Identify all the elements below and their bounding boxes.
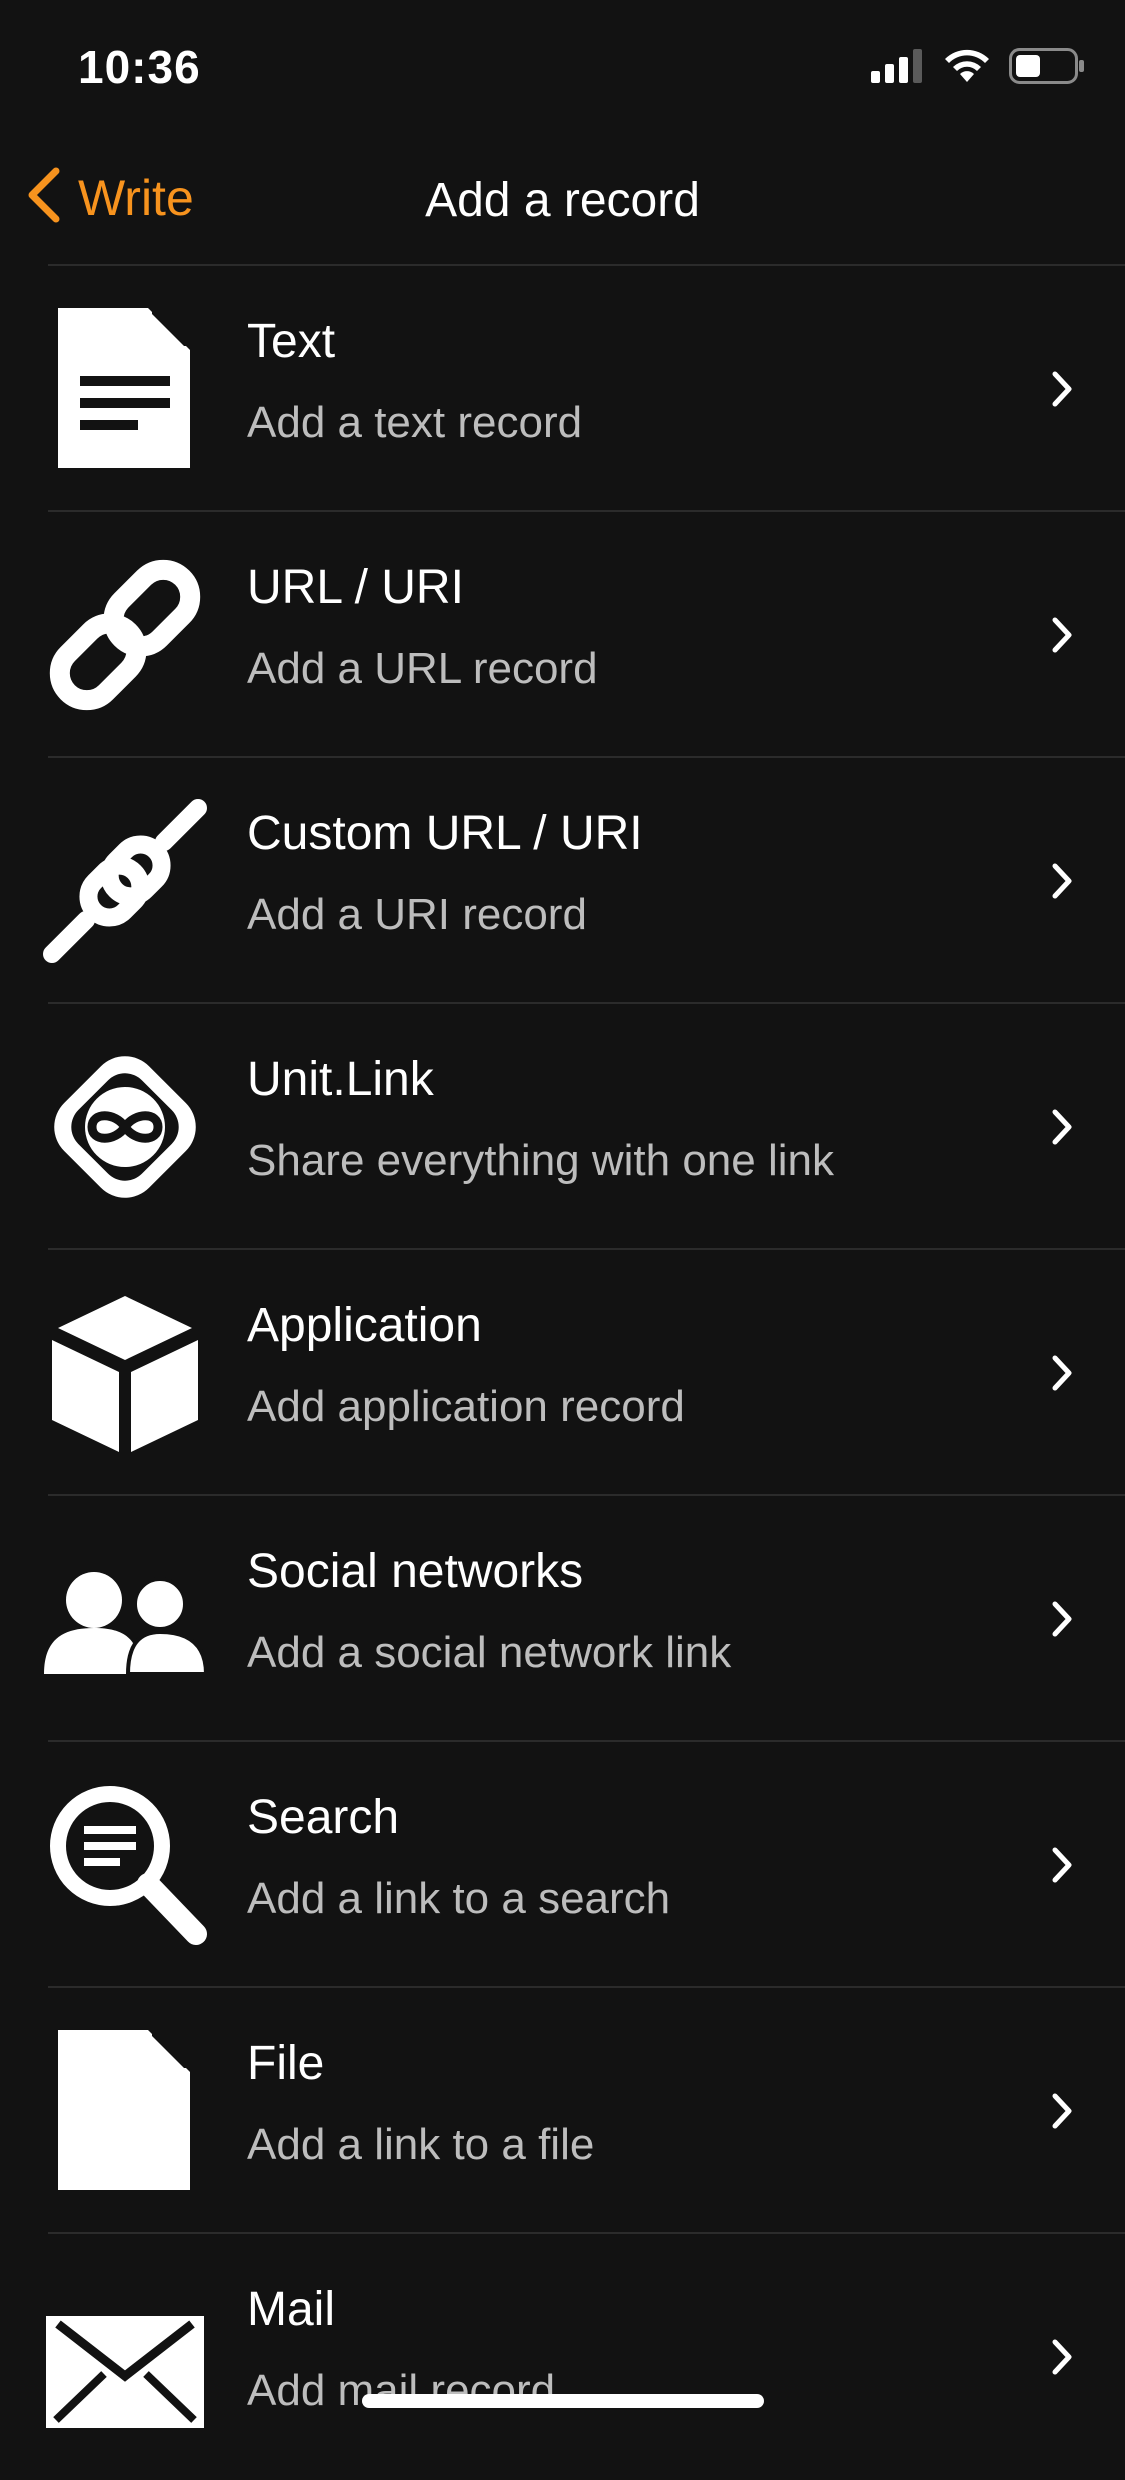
list-item-mail[interactable]: Mail Add mail record xyxy=(0,2234,1125,2480)
list-item-title: File xyxy=(247,2037,325,2090)
list-item-title: Text xyxy=(247,315,336,368)
home-indicator[interactable] xyxy=(362,2394,764,2408)
page-title: Add a record xyxy=(425,174,700,227)
list-item-subtitle: Add a link to a file xyxy=(247,2120,595,2169)
list-item-subtitle: Add a social network link xyxy=(247,1628,732,1677)
list-item-application[interactable]: Application Add application record xyxy=(0,1250,1125,1496)
cube-icon xyxy=(40,1288,210,1458)
list-item-custom-url[interactable]: Custom URL / URI Add a URI record xyxy=(0,758,1125,1004)
navigation-bar: Write Add a record xyxy=(0,135,1125,265)
list-item-title: Social networks xyxy=(247,1545,584,1598)
search-icon xyxy=(40,1780,210,1950)
people-icon xyxy=(40,1534,210,1704)
chevron-right-icon xyxy=(1052,617,1072,653)
list-item-title: Search xyxy=(247,1791,400,1844)
unit-link-icon xyxy=(40,1042,210,1212)
chevron-right-icon xyxy=(1052,1109,1072,1145)
list-item-subtitle: Add a link to a search xyxy=(247,1874,671,1923)
list-item-search[interactable]: Search Add a link to a search xyxy=(0,1742,1125,1988)
list-item-title: URL / URI xyxy=(247,561,464,614)
mail-icon xyxy=(40,2272,210,2442)
list-item-title: Unit.Link xyxy=(247,1053,434,1106)
record-type-list: Text Add a text record URL / URI Add a U… xyxy=(0,266,1125,2480)
list-item-text[interactable]: Text Add a text record xyxy=(0,266,1125,512)
list-item-title: Mail xyxy=(247,2283,336,2336)
list-item-subtitle: Share everything with one link xyxy=(247,1136,834,1185)
list-item-file[interactable]: File Add a link to a file xyxy=(0,1988,1125,2234)
status-icons xyxy=(871,48,1085,89)
list-item-subtitle: Add application record xyxy=(247,1382,685,1431)
list-item-subtitle: Add a URL record xyxy=(247,644,598,693)
list-item-url[interactable]: URL / URI Add a URL record xyxy=(0,512,1125,758)
chevron-right-icon xyxy=(1052,1355,1072,1391)
chevron-right-icon xyxy=(1052,1847,1072,1883)
list-item-unit-link[interactable]: Unit.Link Share everything with one link xyxy=(0,1004,1125,1250)
wifi-icon xyxy=(943,48,991,89)
list-item-social-networks[interactable]: Social networks Add a social network lin… xyxy=(0,1496,1125,1742)
file-icon xyxy=(40,2026,210,2196)
link-icon xyxy=(40,550,210,720)
chevron-right-icon xyxy=(1052,2339,1072,2375)
custom-link-icon xyxy=(40,796,210,966)
chevron-right-icon xyxy=(1052,2093,1072,2129)
battery-icon xyxy=(1009,48,1085,89)
list-item-title: Application xyxy=(247,1299,482,1352)
status-bar: 10:36 xyxy=(0,0,1125,135)
text-document-icon xyxy=(40,304,210,474)
list-item-subtitle: Add mail record xyxy=(247,2366,556,2415)
chevron-right-icon xyxy=(1052,1601,1072,1637)
cellular-signal-icon xyxy=(871,49,925,88)
chevron-right-icon xyxy=(1052,863,1072,899)
status-time: 10:36 xyxy=(78,41,201,93)
list-item-subtitle: Add a URI record xyxy=(247,890,587,939)
chevron-right-icon xyxy=(1052,371,1072,407)
list-item-title: Custom URL / URI xyxy=(247,807,643,860)
list-item-subtitle: Add a text record xyxy=(247,398,583,447)
